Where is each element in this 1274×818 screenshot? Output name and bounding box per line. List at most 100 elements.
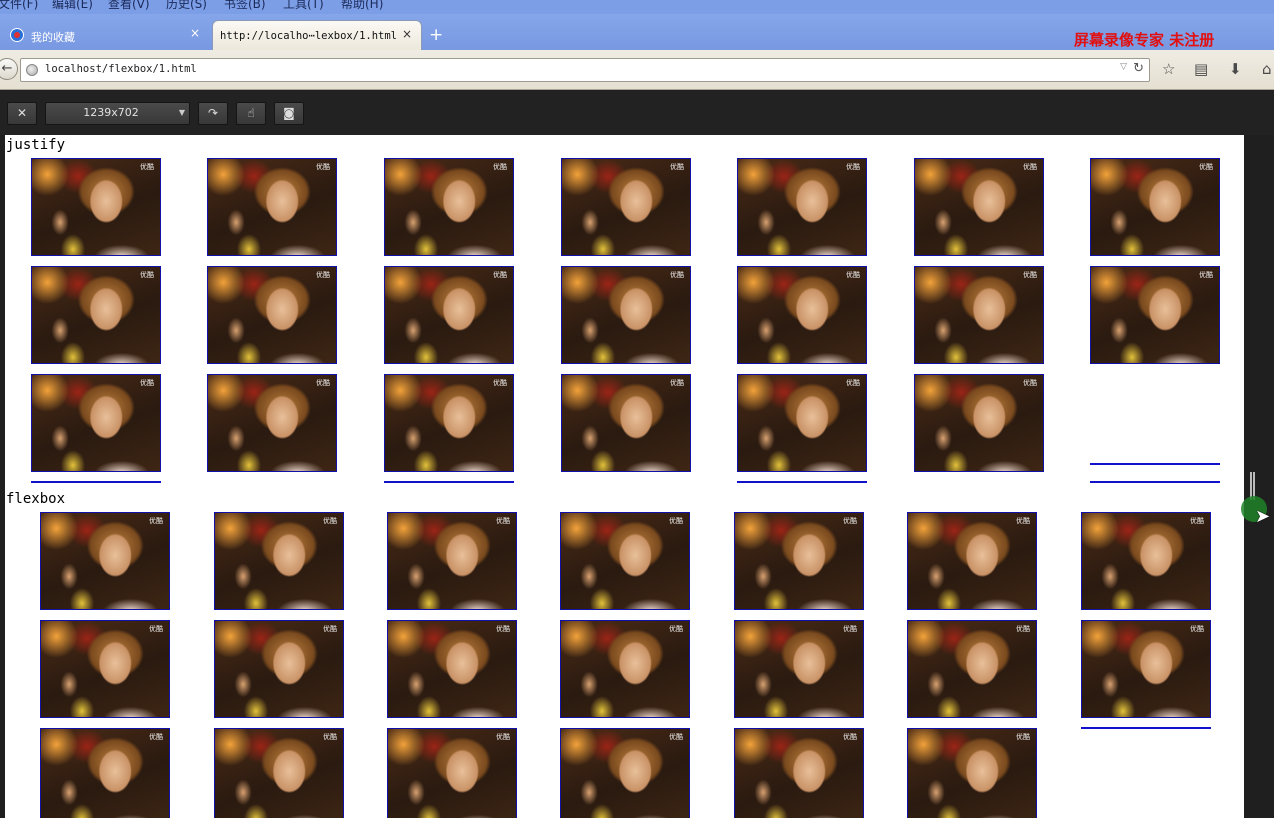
- photo-thumbnail: 优酷: [737, 374, 867, 472]
- url-bar[interactable]: localhost/flexbox/1.html ▽ ↻: [20, 58, 1150, 82]
- photo-thumbnail: 优酷: [40, 620, 170, 718]
- photo-thumbnail: 优酷: [207, 158, 337, 256]
- photo-watermark: 优酷: [1016, 517, 1030, 525]
- photo-thumbnail: 优酷: [31, 374, 161, 472]
- rotate-button[interactable]: ↷: [198, 102, 228, 125]
- photo-thumbnail: 优酷: [384, 158, 514, 256]
- photo-watermark: 优酷: [493, 379, 507, 387]
- photo-watermark: 优酷: [149, 733, 163, 741]
- photo-thumbnail: 优酷: [1081, 620, 1211, 718]
- photo-watermark: 优酷: [323, 733, 337, 741]
- tab-title: 我的收藏: [31, 31, 75, 44]
- menu-bar: 文件(F) 编辑(E) 查看(V) 历史(S) 书签(B) 工具(T) 帮助(H…: [0, 0, 1274, 14]
- photo-watermark: 优酷: [493, 271, 507, 279]
- download-icon[interactable]: ⬇: [1229, 60, 1242, 78]
- mouse-pointer-icon: ➤: [1255, 506, 1271, 527]
- photo-thumbnail: 优酷: [907, 620, 1037, 718]
- photo-thumbnail: 优酷: [31, 158, 161, 256]
- viewport-size-select[interactable]: 1239x702 ▼: [45, 102, 190, 125]
- photo-watermark: 优酷: [843, 733, 857, 741]
- tab-title: http://localho⋯lexbox/1.html: [220, 30, 398, 42]
- new-tab-button[interactable]: +: [429, 26, 443, 44]
- photo-watermark: 优酷: [496, 625, 510, 633]
- section-label-justify: justify: [6, 137, 66, 153]
- menu-tools[interactable]: 工具(T): [283, 0, 324, 12]
- close-icon[interactable]: ×: [402, 27, 412, 41]
- photo-thumbnail: 优酷: [734, 728, 864, 818]
- section-label-flexbox: flexbox: [6, 491, 66, 507]
- photo-watermark: 优酷: [316, 271, 330, 279]
- photo-thumbnail: 优酷: [561, 374, 691, 472]
- photo-thumbnail: 优酷: [384, 374, 514, 472]
- photo-thumbnail: 优酷: [914, 158, 1044, 256]
- photo-thumbnail: 优酷: [40, 512, 170, 610]
- close-responsive-button[interactable]: ✕: [7, 102, 37, 125]
- photo-watermark: 优酷: [669, 625, 683, 633]
- photo-thumbnail: 优酷: [914, 374, 1044, 472]
- photo-thumbnail: 优酷: [387, 512, 517, 610]
- photo-thumbnail: 优酷: [907, 512, 1037, 610]
- tab-favorites[interactable]: 我的收藏 ×: [0, 20, 208, 50]
- chevron-down-icon[interactable]: ▽: [1120, 62, 1127, 72]
- photo-watermark: 优酷: [493, 163, 507, 171]
- touch-simulation-button[interactable]: ☝: [236, 102, 266, 125]
- photo-watermark: 优酷: [1190, 625, 1204, 633]
- menu-history[interactable]: 历史(S): [166, 0, 207, 12]
- photo-watermark: 优酷: [846, 379, 860, 387]
- photo-watermark: 优酷: [846, 271, 860, 279]
- photo-thumbnail: 优酷: [207, 374, 337, 472]
- photo-thumbnail: 优酷: [1090, 158, 1220, 256]
- photo-thumbnail: 优酷: [561, 266, 691, 364]
- photo-thumbnail: 优酷: [207, 266, 337, 364]
- photo-thumbnail: 优酷: [31, 266, 161, 364]
- photo-watermark: 优酷: [1016, 625, 1030, 633]
- screenshot-button[interactable]: ◙: [274, 102, 304, 125]
- photo-thumbnail: 优酷: [734, 512, 864, 610]
- bookmark-star-icon[interactable]: ☆: [1162, 60, 1175, 78]
- placeholder-underline: [31, 481, 161, 483]
- reader-list-icon[interactable]: ▤: [1194, 60, 1208, 78]
- photo-thumbnail: 优酷: [1090, 266, 1220, 364]
- photo-watermark: 优酷: [316, 163, 330, 171]
- menu-view[interactable]: 查看(V): [108, 0, 150, 12]
- placeholder-underline: [1081, 727, 1211, 729]
- photo-watermark: 优酷: [846, 163, 860, 171]
- photo-thumbnail: 优酷: [560, 512, 690, 610]
- photo-thumbnail: 优酷: [384, 266, 514, 364]
- navigation-bar: ← localhost/flexbox/1.html ▽ ↻ ☆ ▤ ⬇ ⌂: [0, 50, 1274, 90]
- tab-flexbox-page[interactable]: http://localho⋯lexbox/1.html ×: [212, 20, 422, 50]
- url-text[interactable]: localhost/flexbox/1.html: [45, 63, 197, 75]
- photo-watermark: 优酷: [670, 163, 684, 171]
- photo-watermark: 优酷: [140, 271, 154, 279]
- placeholder-underline: [737, 481, 867, 483]
- chevron-down-icon: ▼: [178, 108, 185, 117]
- photo-watermark: 优酷: [496, 517, 510, 525]
- photo-thumbnail: 优酷: [560, 620, 690, 718]
- photo-thumbnail: 优酷: [214, 512, 344, 610]
- menu-file[interactable]: 文件(F): [0, 0, 38, 12]
- menu-help[interactable]: 帮助(H): [341, 0, 383, 12]
- photo-watermark: 优酷: [140, 163, 154, 171]
- photo-watermark: 优酷: [323, 625, 337, 633]
- back-button[interactable]: ←: [0, 58, 18, 80]
- placeholder-underline: [1090, 463, 1220, 465]
- photo-thumbnail: 优酷: [387, 728, 517, 818]
- photo-thumbnail: 优酷: [1081, 512, 1211, 610]
- reload-icon[interactable]: ↻: [1133, 61, 1144, 76]
- tab-strip: 我的收藏 × http://localho⋯lexbox/1.html × + …: [0, 14, 1274, 50]
- browser-logo-icon: [10, 28, 24, 42]
- home-icon[interactable]: ⌂: [1262, 60, 1272, 78]
- placeholder-underline: [384, 481, 514, 483]
- recorder-watermark: 屏幕录像专家 未注册: [1074, 31, 1215, 49]
- close-icon[interactable]: ×: [190, 26, 200, 40]
- photo-watermark: 优酷: [149, 517, 163, 525]
- page-viewport: justify flexbox 优酷 优酷 优酷 优酷 优酷 优酷 优酷 优酷 优酷 优酷 优酷 优酷…: [5, 135, 1244, 818]
- photo-watermark: 优酷: [670, 379, 684, 387]
- photo-watermark: 优酷: [670, 271, 684, 279]
- menu-bookmarks[interactable]: 书签(B): [224, 0, 266, 12]
- menu-edit[interactable]: 编辑(E): [52, 0, 93, 12]
- photo-thumbnail: 优酷: [387, 620, 517, 718]
- photo-watermark: 优酷: [1023, 163, 1037, 171]
- photo-watermark: 优酷: [1023, 271, 1037, 279]
- photo-thumbnail: 优酷: [907, 728, 1037, 818]
